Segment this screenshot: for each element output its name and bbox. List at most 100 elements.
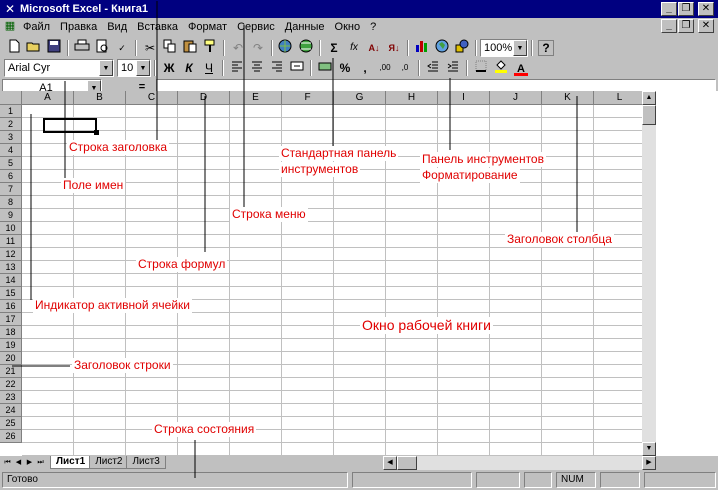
row-header[interactable]: 13 [0,261,22,274]
menu-format[interactable]: Формат [183,20,232,34]
font-select[interactable]: Arial Cyr ▼ [4,59,114,77]
drawing-icon[interactable] [452,39,472,57]
row-header[interactable]: 12 [0,248,22,261]
cut-icon[interactable]: ✂ [140,39,160,57]
row-header[interactable]: 8 [0,196,22,209]
row-header[interactable]: 20 [0,352,22,365]
undo-icon[interactable]: ↶ [228,39,248,57]
copy-icon[interactable] [160,39,180,57]
row-header[interactable]: 6 [0,170,22,183]
column-header[interactable]: I [438,91,490,105]
column-header[interactable]: D [178,91,230,105]
redo-icon[interactable]: ↷ [248,39,268,57]
close-button[interactable]: ✕ [698,2,714,16]
menu-data[interactable]: Данные [280,20,330,34]
open-icon[interactable] [24,39,44,57]
row-header[interactable]: 7 [0,183,22,196]
fill-handle[interactable] [94,130,99,135]
fill-color-icon[interactable] [491,59,511,77]
menu-insert[interactable]: Вставка [132,20,183,34]
format-painter-icon[interactable] [200,39,220,57]
percent-button[interactable]: % [335,59,355,77]
vertical-scroll-thumb[interactable] [642,105,656,125]
active-cell[interactable] [43,118,99,135]
function-icon[interactable]: fx [344,39,364,57]
vertical-scrollbar[interactable]: ▲ ▼ [642,91,656,456]
minimize-button[interactable]: _ [661,2,677,16]
align-left-icon[interactable] [227,59,247,77]
chevron-down-icon[interactable]: ▼ [513,40,527,56]
row-header[interactable]: 21 [0,365,22,378]
menu-tools[interactable]: Сервис [232,20,280,34]
spelling-icon[interactable]: ✓ [112,39,132,57]
column-header[interactable]: F [282,91,334,105]
decrease-decimal-button[interactable]: ,0 [395,59,415,77]
chevron-down-icon[interactable]: ▼ [99,60,113,76]
doc-minimize-button[interactable]: _ [661,19,677,33]
row-header[interactable]: 4 [0,144,22,157]
decrease-indent-icon[interactable] [423,59,443,77]
menu-help[interactable]: ? [365,20,381,34]
column-header[interactable]: K [542,91,594,105]
scroll-left-icon[interactable]: ◀ [383,456,397,470]
row-header[interactable]: 17 [0,313,22,326]
zoom-select[interactable]: 100% ▼ [480,39,528,57]
sheet-tab-1[interactable]: Лист1 [50,456,92,469]
autosum-icon[interactable]: Σ [324,39,344,57]
first-sheet-icon[interactable]: ⏮ [2,456,13,470]
align-right-icon[interactable] [267,59,287,77]
doc-close-button[interactable]: ✕ [698,19,714,33]
scroll-down-icon[interactable]: ▼ [642,442,656,456]
increase-indent-icon[interactable] [443,59,463,77]
menu-window[interactable]: Окно [330,20,366,34]
print-icon[interactable] [72,39,92,57]
row-header[interactable]: 1 [0,105,22,118]
row-header[interactable]: 16 [0,300,22,313]
column-header[interactable]: A [22,91,74,105]
sheet-tab-2[interactable]: Лист2 [89,456,129,469]
column-header[interactable]: B [74,91,126,105]
new-icon[interactable] [4,39,24,57]
menu-file[interactable]: Файл [18,20,55,34]
italic-button[interactable]: К [179,59,199,77]
underline-button[interactable]: Ч [199,59,219,77]
borders-icon[interactable] [471,59,491,77]
last-sheet-icon[interactable]: ⏭ [35,456,46,470]
menu-edit[interactable]: Правка [55,20,102,34]
align-center-icon[interactable] [247,59,267,77]
sort-ascending-icon[interactable]: А↓ [364,39,384,57]
font-size-select[interactable]: 10 ▼ [117,59,151,77]
scroll-up-icon[interactable]: ▲ [642,91,656,105]
row-header[interactable]: 26 [0,430,22,443]
print-preview-icon[interactable] [92,39,112,57]
help-icon[interactable]: ? [538,40,554,56]
column-header[interactable]: G [334,91,386,105]
prev-sheet-icon[interactable]: ◀ [13,456,24,470]
currency-icon[interactable] [315,59,335,77]
row-header[interactable]: 2 [0,118,22,131]
chart-wizard-icon[interactable] [412,39,432,57]
column-header[interactable]: E [230,91,282,105]
row-header[interactable]: 19 [0,339,22,352]
column-header[interactable]: J [490,91,542,105]
column-header[interactable]: L [594,91,646,105]
row-header[interactable]: 10 [0,222,22,235]
row-header[interactable]: 15 [0,287,22,300]
row-header[interactable]: 18 [0,326,22,339]
restore-button[interactable]: ❐ [678,2,694,16]
column-header[interactable]: H [386,91,438,105]
menu-view[interactable]: Вид [102,20,132,34]
row-header[interactable]: 23 [0,391,22,404]
row-header[interactable]: 9 [0,209,22,222]
increase-decimal-button[interactable]: ,00 [375,59,395,77]
row-header[interactable]: 3 [0,131,22,144]
sheet-tab-3[interactable]: Лист3 [126,456,166,469]
sort-descending-icon[interactable]: Я↓ [384,39,404,57]
doc-restore-button[interactable]: ❐ [678,19,694,33]
merge-center-icon[interactable] [287,59,307,77]
comma-button[interactable]: , [355,59,375,77]
horizontal-scroll-thumb[interactable] [397,456,417,470]
row-header[interactable]: 25 [0,417,22,430]
scroll-right-icon[interactable]: ▶ [642,456,656,470]
row-header[interactable]: 24 [0,404,22,417]
